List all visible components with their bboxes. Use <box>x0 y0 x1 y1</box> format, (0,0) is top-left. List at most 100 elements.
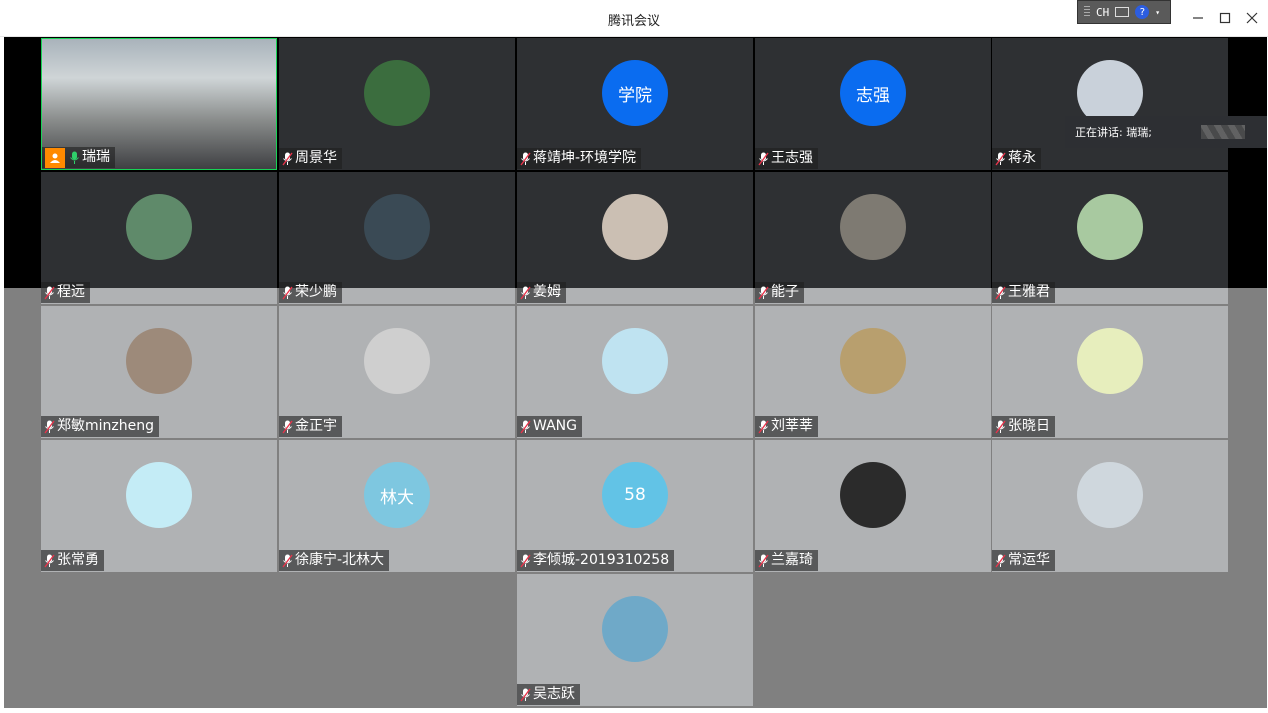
mic-muted-icon <box>520 688 531 701</box>
mic-muted-icon <box>44 420 55 433</box>
minimize-button[interactable] <box>1188 8 1208 28</box>
maximize-button[interactable] <box>1215 8 1235 28</box>
participant-avatar <box>364 194 430 260</box>
participant-name: 瑞瑞 <box>82 149 110 165</box>
chevron-down-icon[interactable]: ▾ <box>1155 8 1160 17</box>
participant-avatar <box>364 60 430 126</box>
participant-name-tag: 金正宇 <box>279 416 342 437</box>
speaking-decoration <box>1201 125 1245 139</box>
participant-name: 李倾城-2019310258 <box>533 552 670 568</box>
mic-muted-icon <box>758 286 769 299</box>
participant-tile[interactable]: 能子 <box>755 172 991 304</box>
mic-muted-icon <box>995 152 1006 165</box>
participant-name-tag: 程远 <box>41 282 90 303</box>
keyboard-icon[interactable] <box>1115 7 1130 17</box>
mic-muted-icon <box>995 554 1006 567</box>
mic-on-icon <box>70 151 79 164</box>
participant-name-tag: 荣少鹏 <box>279 282 342 303</box>
participant-avatar <box>1077 328 1143 394</box>
maximize-icon <box>1219 12 1231 24</box>
participant-tile[interactable]: 张晓日 <box>992 306 1228 438</box>
participant-tile[interactable]: 金正宇 <box>279 306 515 438</box>
participant-avatar: 林大 <box>364 462 430 528</box>
mic-muted-icon <box>758 152 769 165</box>
mic-muted-icon <box>520 420 531 433</box>
mic-muted-icon <box>282 286 293 299</box>
participant-avatar <box>126 462 192 528</box>
participant-avatar <box>126 328 192 394</box>
close-button[interactable] <box>1242 8 1262 28</box>
mic-muted-icon <box>282 554 293 567</box>
participant-avatar <box>602 328 668 394</box>
grip-icon[interactable] <box>1084 6 1090 18</box>
participant-name-tag: 兰嘉琦 <box>755 550 818 571</box>
participant-tile[interactable]: 兰嘉琦 <box>755 440 991 572</box>
participant-tile[interactable]: 蒋永 <box>992 38 1228 170</box>
participant-name-tag: 蒋永 <box>992 148 1041 169</box>
participant-tile[interactable]: 张常勇 <box>41 440 277 572</box>
participant-tile[interactable]: 志强 王志强 <box>755 38 991 170</box>
participant-tile[interactable]: WANG <box>517 306 753 438</box>
participant-name: 郑敏minzheng <box>57 418 154 434</box>
participant-name-tag: 王雅君 <box>992 282 1055 303</box>
participant-tile[interactable]: 郑敏minzheng <box>41 306 277 438</box>
participant-tile[interactable]: 学院蒋靖坤-环境学院 <box>517 38 753 170</box>
mic-muted-icon <box>44 286 55 299</box>
participant-tile[interactable]: 吴志跃 <box>517 574 753 706</box>
participant-name: 吴志跃 <box>533 686 575 702</box>
participant-name-tag: 瑞瑞 <box>42 147 115 168</box>
participant-avatar <box>364 328 430 394</box>
mic-muted-icon <box>995 286 1006 299</box>
participant-name-tag: 张常勇 <box>41 550 104 571</box>
participant-name: 蒋靖坤-环境学院 <box>533 150 637 166</box>
participant-name-tag: 蒋靖坤-环境学院 <box>517 148 642 169</box>
participant-avatar <box>126 194 192 260</box>
participant-name: 王志强 <box>771 150 813 166</box>
participant-avatar: 58 <box>602 462 668 528</box>
participant-name: 王雅君 <box>1008 284 1050 300</box>
mic-muted-icon <box>758 554 769 567</box>
participant-tile[interactable]: 常运华 <box>992 440 1228 572</box>
participant-tile[interactable]: 荣少鹏 <box>279 172 515 304</box>
participant-name-tag: 王志强 <box>755 148 818 169</box>
participant-name: 荣少鹏 <box>295 284 337 300</box>
participant-name-tag: 能子 <box>755 282 804 303</box>
participant-tile[interactable]: 林大徐康宁-北林大 <box>279 440 515 572</box>
help-icon[interactable]: ? <box>1135 5 1150 19</box>
input-method-toolbar[interactable]: CH ? ▾ <box>1077 0 1171 24</box>
participant-tile[interactable]: 周景华 <box>279 38 515 170</box>
speaking-indicator: 正在讲话: 瑞瑞; <box>1065 116 1267 148</box>
participant-name: 蒋永 <box>1008 150 1036 166</box>
participant-name: 常运华 <box>1008 552 1050 568</box>
close-icon <box>1246 12 1258 24</box>
participant-avatar <box>602 596 668 662</box>
participant-name: 周景华 <box>295 150 337 166</box>
participant-name: 兰嘉琦 <box>771 552 813 568</box>
ime-language-label[interactable]: CH <box>1096 6 1109 19</box>
participant-tile[interactable]: 瑞瑞 <box>41 38 277 170</box>
participant-name-tag: 常运华 <box>992 550 1055 571</box>
participant-tile[interactable]: 58 李倾城-2019310258 <box>517 440 753 572</box>
participant-name-tag: 吴志跃 <box>517 684 580 705</box>
participant-name: 程远 <box>57 284 85 300</box>
participant-avatar <box>602 194 668 260</box>
participant-name-tag: 张晓日 <box>992 416 1055 437</box>
participant-tile[interactable]: 刘莘莘 <box>755 306 991 438</box>
participant-tile[interactable]: 程远 <box>41 172 277 304</box>
participant-name-tag: 徐康宁-北林大 <box>279 550 390 571</box>
speaking-label: 正在讲话: 瑞瑞; <box>1075 126 1152 139</box>
participant-name: 张晓日 <box>1008 418 1050 434</box>
participant-avatar <box>840 328 906 394</box>
mic-muted-icon <box>520 152 531 165</box>
participant-tile[interactable]: 姜姆 <box>517 172 753 304</box>
mic-muted-icon <box>44 554 55 567</box>
title-bar: 腾讯会议 CH ? ▾ <box>0 0 1268 37</box>
mic-muted-icon <box>282 152 293 165</box>
participant-tile[interactable]: 王雅君 <box>992 172 1228 304</box>
mic-muted-icon <box>520 286 531 299</box>
host-icon <box>45 147 65 168</box>
participant-name: 张常勇 <box>57 552 99 568</box>
participant-avatar <box>840 194 906 260</box>
participant-avatar: 学院 <box>602 60 668 126</box>
minimize-icon <box>1193 17 1203 19</box>
